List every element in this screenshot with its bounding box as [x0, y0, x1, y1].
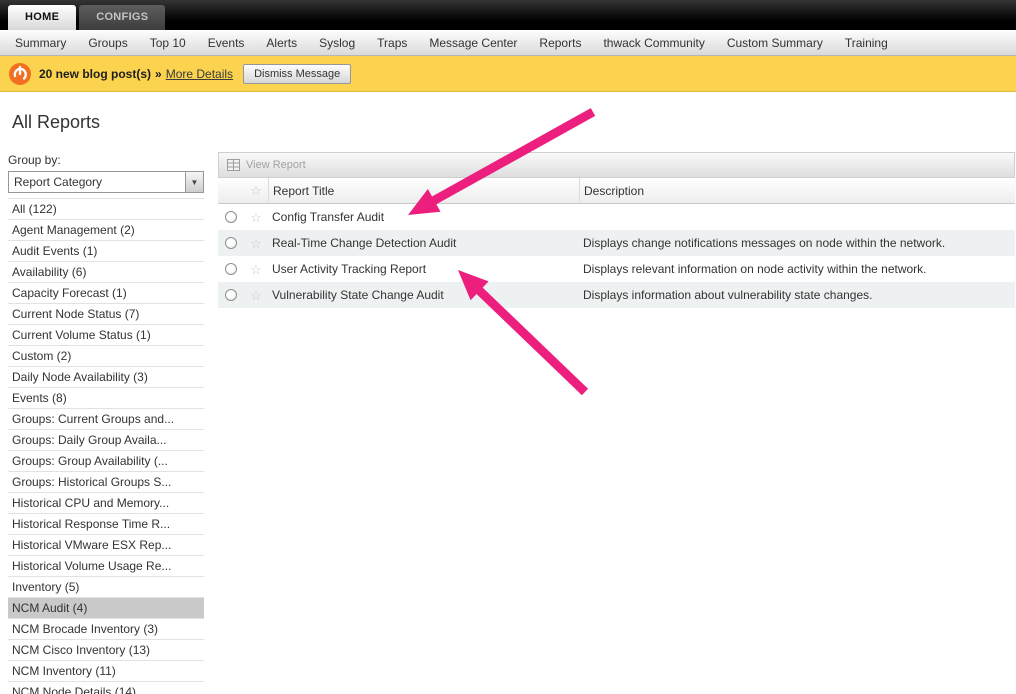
category-item[interactable]: NCM Audit (4)	[8, 598, 204, 619]
report-title-link[interactable]: Config Transfer Audit	[268, 210, 579, 224]
table-body: ☆ Config Transfer Audit ☆ Real-Time Chan…	[218, 204, 1015, 308]
nav-tab[interactable]: CONFIGS	[79, 5, 166, 30]
favorite-star-icon[interactable]: ☆	[244, 211, 268, 224]
category-item[interactable]: Historical Response Time R...	[8, 514, 204, 535]
category-item[interactable]: Groups: Historical Groups S...	[8, 472, 204, 493]
category-list: All (122) Agent Management (2) Audit Event…	[8, 198, 204, 694]
menu-item[interactable]: Message Center	[418, 36, 528, 50]
category-item[interactable]: Current Node Status (7)	[8, 304, 204, 325]
favorite-column-header-star-icon: ☆	[250, 183, 262, 198]
menu-item[interactable]: Alerts	[255, 36, 308, 50]
report-radio[interactable]	[225, 263, 237, 275]
report-radio[interactable]	[225, 211, 237, 223]
category-item[interactable]: Inventory (5)	[8, 577, 204, 598]
report-title-link[interactable]: Vulnerability State Change Audit	[268, 288, 579, 302]
category-item[interactable]: Historical Volume Usage Re...	[8, 556, 204, 577]
thwack-icon	[9, 62, 31, 85]
menu-item[interactable]: thwack Community	[592, 36, 715, 50]
menu-item[interactable]: Training	[834, 36, 899, 50]
radio-cell	[218, 263, 244, 275]
category-item[interactable]: Groups: Group Availability (...	[8, 451, 204, 472]
group-by-select[interactable]: Report Category ▼	[8, 171, 204, 193]
report-description: Displays information about vulnerability…	[583, 288, 873, 302]
more-details-link[interactable]: More Details	[166, 67, 233, 81]
nav-tab[interactable]: HOME	[8, 5, 77, 30]
favorite-star-icon[interactable]: ☆	[244, 289, 268, 302]
dismiss-message-button[interactable]: Dismiss Message	[243, 63, 352, 84]
report-title-link[interactable]: Real-Time Change Detection Audit	[268, 236, 579, 250]
table-row[interactable]: ☆ Real-Time Change Detection Audit Displ…	[218, 230, 1015, 256]
category-item[interactable]: Audit Events (1)	[8, 241, 204, 262]
notification-banner: 20 new blog post(s) » More Details Dismi…	[0, 56, 1016, 92]
report-radio[interactable]	[225, 289, 237, 301]
banner-separator: »	[155, 66, 162, 81]
top-tab-bar: HOME CONFIGS	[0, 0, 1016, 30]
report-description: Displays change notifications messages o…	[583, 236, 946, 250]
radio-cell	[218, 237, 244, 249]
table-row[interactable]: ☆ Config Transfer Audit	[218, 204, 1015, 230]
menu-item[interactable]: Syslog	[308, 36, 366, 50]
app-window: HOME CONFIGS Summary Groups Top 10 Events Ale…	[0, 0, 1016, 694]
menu-item[interactable]: Events	[197, 36, 256, 50]
report-description: Displays relevant information on node ac…	[583, 262, 927, 276]
category-item[interactable]: Events (8)	[8, 388, 204, 409]
category-item[interactable]: Agent Management (2)	[8, 220, 204, 241]
view-report-button[interactable]: View Report	[246, 159, 306, 171]
table-row[interactable]: ☆ User Activity Tracking Report Displays…	[218, 256, 1015, 282]
page-title: All Reports	[12, 112, 101, 132]
chevron-down-icon: ▼	[185, 172, 203, 192]
category-item[interactable]: Capacity Forecast (1)	[8, 283, 204, 304]
reports-toolbar: View Report	[218, 152, 1015, 178]
group-by-label: Group by:	[8, 153, 61, 167]
category-item[interactable]: NCM Brocade Inventory (3)	[8, 619, 204, 640]
report-category-sidebar: Group by: Report Category ▼ All (122) Age…	[8, 153, 206, 694]
banner-message: 20 new blog post(s)	[39, 66, 152, 81]
report-radio[interactable]	[225, 237, 237, 249]
category-item[interactable]: Availability (6)	[8, 262, 204, 283]
category-item[interactable]: Historical VMware ESX Rep...	[8, 535, 204, 556]
report-title-link[interactable]: User Activity Tracking Report	[268, 262, 579, 276]
radio-cell	[218, 289, 244, 301]
category-item[interactable]: Daily Node Availability (3)	[8, 367, 204, 388]
category-item[interactable]: Groups: Daily Group Availa...	[8, 430, 204, 451]
reports-panel: View Report ☆ Report Title Description ☆…	[218, 152, 1015, 308]
menu-item[interactable]: Summary	[4, 36, 77, 50]
category-item[interactable]: NCM Inventory (11)	[8, 661, 204, 682]
category-item[interactable]: NCM Cisco Inventory (13)	[8, 640, 204, 661]
table-header-row: ☆ Report Title Description	[218, 178, 1015, 204]
menu-item[interactable]: Traps	[366, 36, 418, 50]
radio-column-header	[218, 178, 244, 203]
group-by-selected-value: Report Category	[14, 175, 103, 189]
category-item[interactable]: Current Volume Status (1)	[8, 325, 204, 346]
category-item[interactable]: All (122)	[8, 199, 204, 220]
category-item[interactable]: Historical CPU and Memory...	[8, 493, 204, 514]
menu-item[interactable]: Groups	[77, 36, 138, 50]
menu-item[interactable]: Top 10	[139, 36, 197, 50]
description-column-header[interactable]: Description	[579, 178, 1015, 203]
view-report-icon	[227, 159, 240, 171]
category-item[interactable]: Custom (2)	[8, 346, 204, 367]
menu-item[interactable]: Custom Summary	[716, 36, 834, 50]
favorite-star-icon[interactable]: ☆	[244, 237, 268, 250]
table-row[interactable]: ☆ Vulnerability State Change Audit Displ…	[218, 282, 1015, 308]
report-title-column-header[interactable]: Report Title	[268, 178, 579, 203]
favorite-star-icon[interactable]: ☆	[244, 263, 268, 276]
category-item[interactable]: NCM Node Details (14)	[8, 682, 204, 694]
category-item[interactable]: Groups: Current Groups and...	[8, 409, 204, 430]
menu-item[interactable]: Reports	[528, 36, 592, 50]
main-menu: Summary Groups Top 10 Events Alerts Syslog Tra…	[0, 30, 1016, 56]
radio-cell	[218, 211, 244, 223]
